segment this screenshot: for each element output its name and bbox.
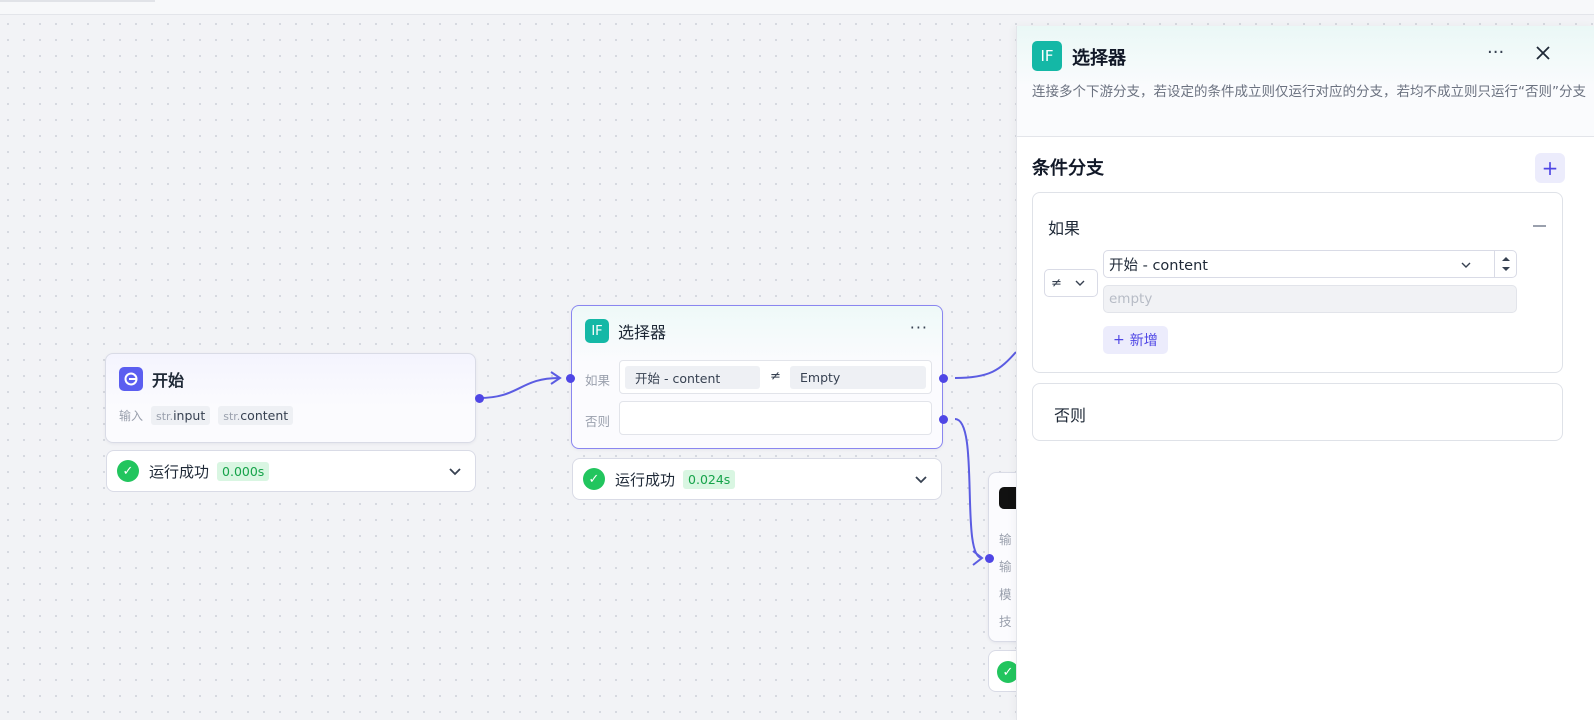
else-condition-box[interactable] (619, 401, 932, 435)
selector-input-handle[interactable] (566, 374, 575, 383)
top-tab-indicator (0, 0, 155, 2)
top-toolbar (0, 0, 1594, 15)
panel-title: 选择器 (1072, 48, 1126, 69)
check-icon: ✓ (117, 460, 139, 482)
condition-right: Empty (790, 366, 926, 389)
chevron-down-icon (1075, 280, 1085, 286)
more-icon[interactable]: ··· (1487, 42, 1504, 63)
start-run-status[interactable]: ✓ 运行成功 0.000s (106, 450, 476, 492)
selector-node[interactable]: IF 选择器 ··· 如果 开始 - content ≠ Empty 否则 (571, 305, 943, 449)
if-output-handle[interactable] (939, 374, 948, 383)
start-output-handle[interactable] (475, 394, 484, 403)
chevron-down-icon[interactable] (913, 471, 929, 487)
operator-value: ≠ (1051, 275, 1062, 291)
start-node-io: 输入 str.input str.content (119, 406, 294, 425)
llm-input-handle[interactable] (985, 554, 994, 563)
llm-row: 技 (999, 614, 1012, 629)
chevron-down-icon (1461, 262, 1471, 268)
io-label: 输入 (119, 409, 144, 423)
add-branch-button[interactable]: + (1535, 153, 1565, 183)
if-condition-box[interactable]: 开始 - content ≠ Empty (619, 360, 932, 394)
run-time-badge: 0.000s (217, 461, 270, 481)
edge-start-to-selector (478, 377, 560, 399)
value-input[interactable]: empty (1103, 285, 1517, 313)
if-row-label: 如果 (585, 373, 611, 388)
minus-icon[interactable] (1533, 225, 1546, 227)
panel-header: IF 选择器 ··· 连接多个下游分支，若设定的条件成立则仅运行对应的分支，若均… (1017, 26, 1594, 137)
start-node[interactable]: 开始 输入 str.input str.content (105, 353, 476, 443)
if-branch-card: 如果 ≠ 开始 - content empty + 新增 (1032, 192, 1563, 373)
edge-arrow-1 (550, 371, 562, 385)
if-icon: IF (585, 319, 609, 343)
selector-node-title: 选择器 (618, 323, 667, 342)
status-text: 运行成功 (149, 462, 210, 481)
condition-left: 开始 - content (625, 366, 760, 389)
else-branch-label: 否则 (1054, 406, 1087, 425)
add-condition-button[interactable]: + 新增 (1103, 326, 1168, 354)
else-output-handle[interactable] (939, 415, 948, 424)
condition-operator: ≠ (770, 369, 781, 384)
start-node-title: 开始 (152, 371, 185, 390)
edge-else-to-llm (954, 418, 983, 559)
more-icon[interactable]: ··· (910, 318, 928, 337)
run-time-badge: 0.024s (683, 469, 736, 489)
selector-settings-panel: IF 选择器 ··· 连接多个下游分支，若设定的条件成立则仅运行对应的分支，若均… (1016, 26, 1594, 720)
var-chip: str.content (218, 406, 294, 425)
start-node-icon (119, 367, 143, 391)
llm-row: 输 (999, 532, 1012, 547)
else-row-label: 否则 (585, 414, 611, 429)
if-branch-label: 如果 (1048, 219, 1081, 238)
variable-value: 开始 - content (1109, 257, 1208, 274)
llm-row: 输 (999, 559, 1012, 574)
operator-select[interactable]: ≠ (1044, 269, 1098, 297)
if-icon: IF (1032, 41, 1062, 71)
status-text: 运行成功 (615, 470, 676, 489)
stepper[interactable] (1494, 251, 1516, 277)
add-condition-label: 新增 (1129, 333, 1158, 349)
var-chip: str.input (151, 406, 211, 425)
check-icon: ✓ (583, 468, 605, 490)
edge-if-to-right (954, 351, 1017, 379)
plus-icon: + (1541, 156, 1559, 180)
edge-arrow-2 (972, 550, 984, 566)
selector-run-status[interactable]: ✓ 运行成功 0.024s (572, 458, 942, 500)
variable-select[interactable]: 开始 - content (1103, 250, 1517, 278)
plus-icon: + (1113, 332, 1125, 348)
chevron-down-icon[interactable] (447, 463, 463, 479)
llm-row: 模 (999, 587, 1012, 602)
condition-branches-title: 条件分支 (1032, 158, 1104, 179)
close-icon[interactable] (1534, 44, 1552, 62)
panel-description: 连接多个下游分支，若设定的条件成立则仅运行对应的分支，若均不成立则只运行“否则”… (1032, 84, 1586, 100)
else-branch-card: 否则 (1032, 383, 1563, 441)
